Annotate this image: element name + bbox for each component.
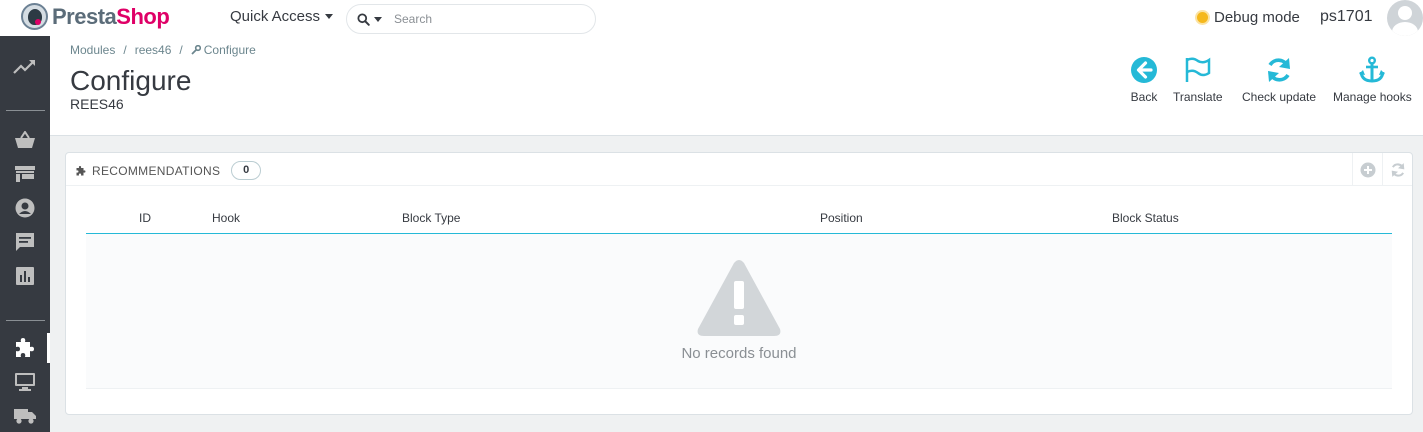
column-header-block-type: Block Type [402,203,820,234]
sidebar-item-customers[interactable] [0,193,50,223]
table-header-row: ID Hook Block Type Position Block Status [86,203,1392,234]
sidebar-item-shipping[interactable] [0,401,50,431]
page-subtitle: REES46 [70,96,124,112]
stats-bar-icon [16,267,34,285]
empty-state: No records found [86,259,1392,362]
catalog-store-icon [15,166,35,182]
check-update-label: Check update [1242,90,1317,104]
quick-access-dropdown[interactable]: Quick Access [230,8,334,25]
breadcrumb-separator: / [123,43,127,57]
breadcrumb-item-module[interactable]: rees46 [135,43,172,57]
logo-text-presta: Presta [52,3,117,29]
quick-access-label: Quick Access [230,8,321,25]
puffin-logo-icon [21,3,48,30]
refresh-icon [1391,162,1404,177]
top-header: PrestaShop Quick Access Debug mode ps170… [0,0,1423,36]
translate-button[interactable]: Translate [1173,56,1223,104]
debug-mode-indicator[interactable]: Debug mode [1197,9,1300,26]
flag-icon [1185,57,1211,82]
prestashop-logo[interactable]: PrestaShop [21,3,170,30]
panel-title-text: RECOMMENDATIONS [92,163,221,178]
recommendations-table: ID Hook Block Type Position Block Status… [86,203,1392,389]
logo-text-shop: Shop [116,3,170,29]
check-update-button[interactable]: Check update [1242,56,1316,104]
panel-heading: RECOMMENDATIONS 0 [66,153,1412,186]
avatar[interactable] [1387,0,1423,36]
design-monitor-icon [15,373,35,391]
messages-icon [16,233,34,251]
wrench-icon [191,45,201,55]
warning-icon [697,260,781,336]
customers-icon [15,198,35,218]
sidebar-nav [0,36,50,432]
debug-mode-label: Debug mode [1214,9,1300,26]
column-header-id: ID [86,203,212,234]
stats-trend-icon [13,60,35,74]
arrow-left-circle-icon [1131,57,1157,83]
manage-hooks-label: Manage hooks [1333,90,1412,104]
add-new-button[interactable] [1352,153,1382,186]
sidebar-item-modules[interactable] [0,333,50,363]
recommendations-panel: RECOMMENDATIONS 0 ID Hook Block Type Pos… [65,152,1413,415]
back-button[interactable]: Back [1130,56,1158,104]
sidebar-item-dashboard[interactable] [0,52,50,82]
chevron-down-icon [374,16,382,22]
search-input[interactable] [394,12,574,26]
column-header-block-status: Block Status [1112,203,1392,234]
back-label: Back [1130,90,1158,104]
manage-hooks-button[interactable]: Manage hooks [1333,56,1412,104]
debug-bug-icon [1197,12,1208,23]
search-icon [357,12,370,26]
column-header-position: Position [820,203,1112,234]
anchor-icon [1359,56,1386,83]
panel-title: RECOMMENDATIONS 0 [75,161,262,180]
page-header: Modules / rees46 / Configure Configure R… [50,36,1423,136]
shop-name-link[interactable]: ps1701 [1320,8,1373,26]
sidebar-item-design[interactable] [0,367,50,397]
search-box [346,4,596,34]
breadcrumb-item-configure: Configure [191,43,256,57]
refresh-list-button[interactable] [1382,153,1412,186]
breadcrumb-item-modules[interactable]: Modules [70,43,115,57]
panel-toolbar [1352,153,1412,186]
page-title: Configure [70,65,192,96]
no-records-text: No records found [681,345,797,362]
shipping-truck-icon [14,409,36,424]
breadcrumb-current-label: Configure [203,43,256,57]
translate-label: Translate [1173,90,1223,104]
breadcrumb: Modules / rees46 / Configure [70,43,256,57]
sidebar-divider [6,320,45,321]
modules-puzzle-icon [16,338,34,357]
column-header-hook: Hook [212,203,402,234]
sidebar-divider [6,110,45,111]
sidebar-item-catalog[interactable] [0,159,50,189]
refresh-icon [1268,58,1291,82]
plus-circle-icon [1360,162,1375,177]
empty-row: No records found [86,233,1392,389]
sidebar-item-messages[interactable] [0,227,50,257]
sidebar-item-stats[interactable] [0,261,50,291]
chevron-down-icon [325,14,334,19]
search-scope-button[interactable] [357,12,382,26]
puzzle-icon [76,165,86,175]
sidebar-item-orders[interactable] [0,125,50,155]
orders-basket-icon [15,131,35,148]
record-count-badge: 0 [231,161,262,180]
breadcrumb-separator: / [179,43,183,57]
